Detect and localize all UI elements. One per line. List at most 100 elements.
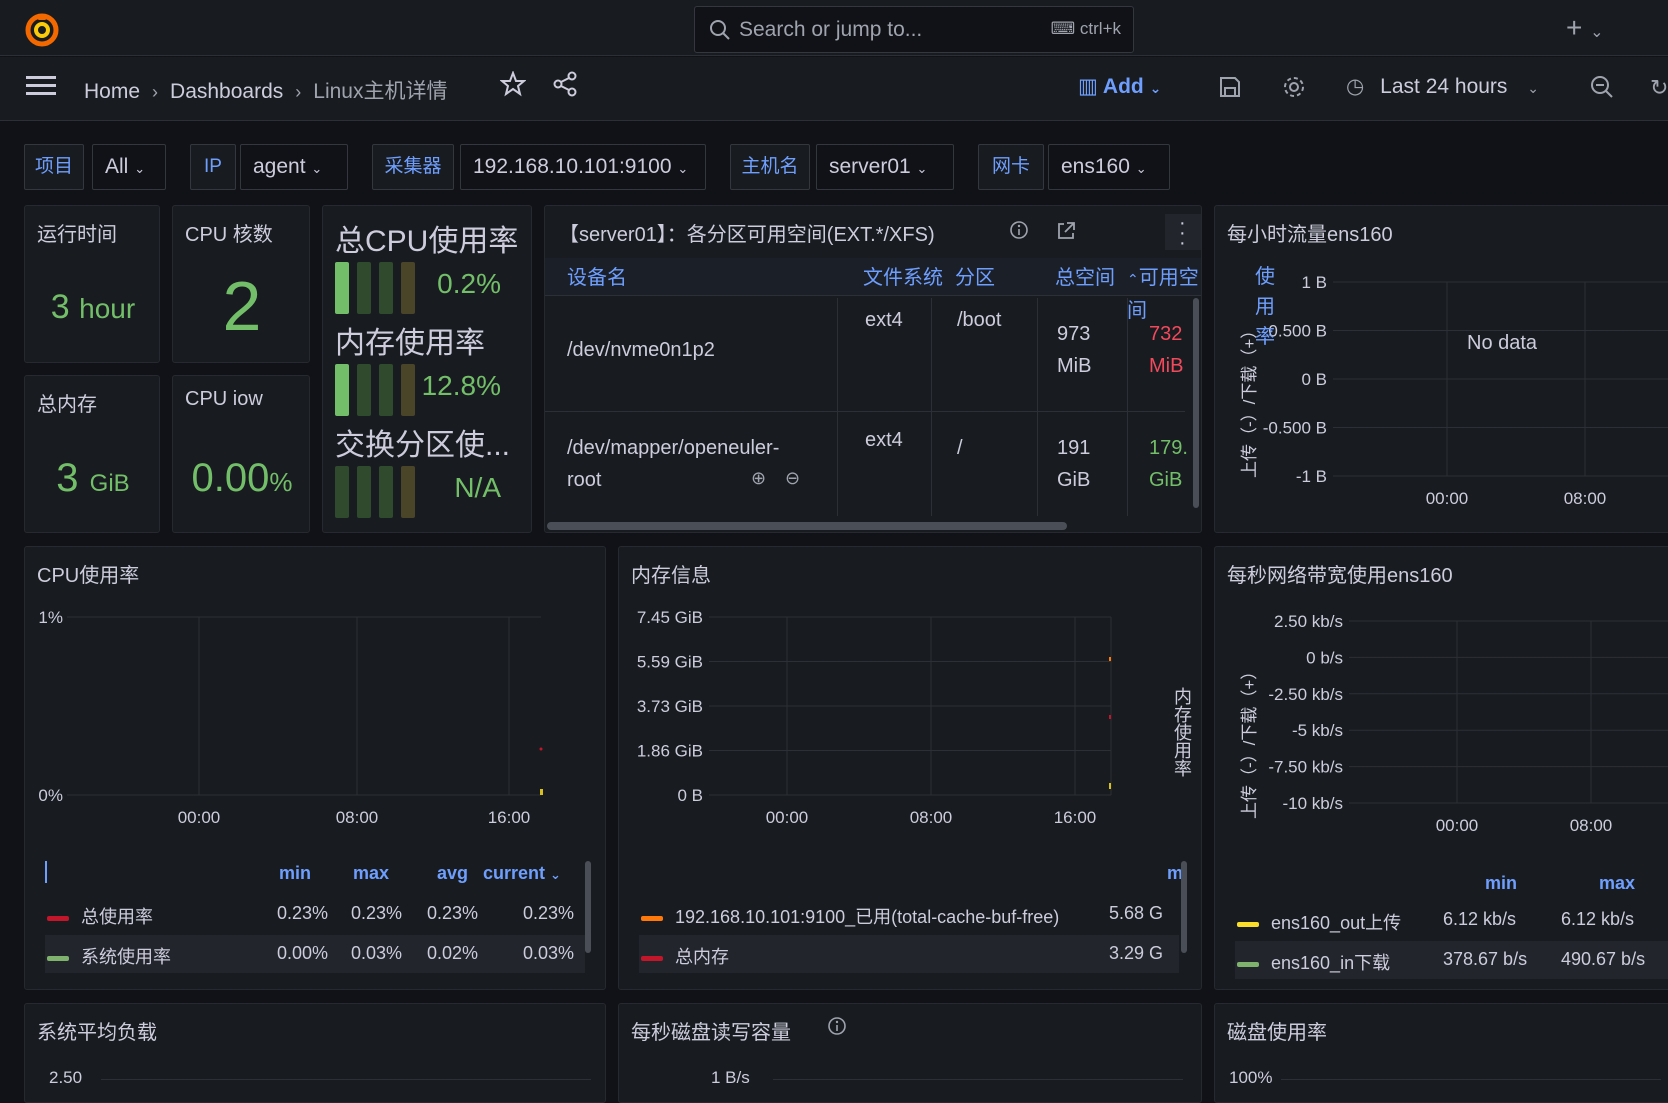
info-icon[interactable] (827, 1016, 847, 1041)
legend-series-name: ens160_out上传 (1237, 909, 1401, 935)
var-value-nic: ens160 (1061, 155, 1130, 178)
legend-min: 3.29 G (1109, 943, 1164, 963)
top-bar: Search or jump to... ⌨ ctrl+k + ⌄ (0, 0, 1668, 56)
horizontal-scrollbar[interactable] (547, 522, 1067, 530)
y-tick-label: 7.45 GiB (637, 608, 703, 627)
zoom-out-button[interactable] (1590, 75, 1614, 104)
y-tick-label: 0% (38, 786, 63, 805)
grafana-logo-icon[interactable] (24, 12, 60, 53)
total-memory-panel: 总内存 3 GiB (24, 375, 160, 533)
cell-total-unit: GiB (1057, 469, 1091, 491)
breadcrumb-dashboards[interactable]: Dashboards (170, 80, 283, 103)
col-header-mount[interactable]: 分区 (955, 262, 995, 294)
legend-row[interactable]: 系统使用率 0.00% 0.03% 0.02% 0.03% (45, 935, 585, 973)
x-tick-label: 08:00 (336, 808, 379, 827)
y-tick-label: 3.73 GiB (637, 697, 703, 716)
gauge-segment (401, 364, 415, 416)
cell-avail-unit: MiB (1149, 355, 1184, 377)
gridline (101, 1079, 591, 1080)
x-tick-label: 00:00 (1426, 489, 1469, 508)
chevron-down-icon: ⌄ (677, 161, 689, 176)
legend-min: 0.00% (277, 943, 329, 963)
zoom-out-icon (1591, 76, 1613, 98)
legend-header-avg[interactable]: avg (437, 863, 468, 884)
legend-max: 0.23% (351, 903, 403, 923)
legend-row[interactable]: ens160_in下载 378.67 b/s 490.67 b/s (1235, 941, 1668, 979)
legend-avg: 0.23% (427, 903, 479, 923)
x-tick-label: 16:00 (488, 808, 531, 827)
search-placeholder: Search or jump to... (739, 18, 923, 41)
cell-fs: ext4 (865, 429, 903, 451)
panel-title: CPU 核数 (185, 224, 273, 246)
gauge-value: 0.2% (437, 268, 501, 299)
legend-min: 5.68 G (1109, 903, 1164, 923)
y-tick-label: 1.86 GiB (637, 742, 703, 761)
memory-info-panel: 内存信息 7.45 GiB 5.59 GiB 3.73 GiB 1.86 GiB 0 B… (618, 546, 1202, 990)
x-tick-label: 08:00 (1564, 489, 1607, 508)
legend-series-name: 192.168.10.101:9100_已用(total-cache-buf-f… (641, 903, 1059, 929)
legend-row[interactable]: 192.168.10.101:9100_已用(total-cache-buf-f… (639, 897, 1183, 933)
hourly-traffic-panel: 每小时流量ens160 1 B 0.500 B0 B -0.500 B -1 B 00:… (1214, 205, 1668, 533)
var-select-project[interactable]: All ⌄ (92, 144, 166, 190)
legend-swatch (47, 915, 69, 921)
col-header-total[interactable]: 总空间 (1055, 262, 1115, 294)
gauge-segment (335, 466, 349, 518)
legend-swatch (1237, 921, 1259, 927)
legend-row[interactable]: ens160_out上传 6.12 kb/s 6.12 kb/s (1235, 901, 1668, 939)
var-select-hostname[interactable]: server01 ⌄ (816, 144, 954, 190)
legend-header-max[interactable]: max (1599, 873, 1635, 894)
y-tick-label: 2.50 kb/s (1274, 612, 1343, 631)
load-average-panel: 系统平均负载 2.50 (24, 1003, 606, 1103)
var-select-nic[interactable]: ens160 ⌄ (1048, 144, 1170, 190)
chevron-right-icon: › (152, 82, 159, 102)
zoom-out-icon[interactable]: ⊖ (785, 468, 800, 489)
legend-max: 6.12 kb/s (1561, 909, 1635, 929)
legend-header-min[interactable]: min (1485, 873, 1517, 894)
var-select-collector[interactable]: 192.168.10.101:9100 ⌄ (460, 144, 706, 190)
cell-total-unit: MiB (1057, 355, 1092, 377)
menu-toggle-button[interactable] (26, 74, 56, 103)
gauge-segment (335, 262, 349, 314)
network-bandwidth-panel: 每秒网络带宽使用ens160 2.50 kb/s 0 b/s -2.50 kb/s -… (1214, 546, 1668, 990)
column-divider (1127, 298, 1128, 516)
legend-row[interactable]: 总使用率 0.23% 0.23% 0.23% 0.23% (45, 897, 605, 933)
legend-header-min[interactable]: min (279, 863, 311, 884)
legend-header-max[interactable]: max (353, 863, 389, 884)
y-tick-label: -10 kb/s (1283, 794, 1343, 813)
y-tick-label: -5 kb/s (1292, 721, 1343, 740)
refresh-icon[interactable]: ↻ (1650, 75, 1668, 101)
vertical-scrollbar[interactable] (1193, 298, 1199, 508)
breadcrumb-home[interactable]: Home (84, 80, 140, 103)
save-button[interactable] (1218, 75, 1242, 104)
share-button[interactable] (552, 71, 578, 102)
time-range-label: Last 24 hours (1380, 75, 1508, 98)
var-label-collector: 采集器 (372, 144, 454, 190)
add-button[interactable]: ▥ Add ⌄ (1078, 74, 1161, 99)
star-button[interactable] (499, 70, 527, 102)
legend-scrollbar[interactable] (1181, 861, 1187, 953)
time-picker-button[interactable]: ◷ Last 24 hours ⌄ (1346, 74, 1539, 99)
gauge-value: N/A (454, 472, 501, 503)
col-header-fs[interactable]: 文件系统 (863, 262, 943, 294)
gauge-value: 12.8% (421, 370, 501, 401)
cell-device-line2: root (567, 469, 602, 491)
series-name: 总内存 (675, 947, 729, 967)
settings-button[interactable] (1282, 75, 1306, 104)
legend-header-current[interactable]: current ⌄ (483, 863, 561, 884)
legend-scrollbar[interactable] (585, 861, 591, 953)
gauge-segment (379, 262, 393, 314)
legend-series-name: 总使用率 (47, 903, 153, 929)
gauge-segment (401, 262, 415, 314)
gridline (1281, 1079, 1661, 1080)
chevron-down-icon: ⌄ (1527, 80, 1540, 96)
keyboard-shortcut: ⌨ ctrl+k (1051, 19, 1121, 39)
search-bar[interactable]: Search or jump to... ⌨ ctrl+k (694, 6, 1134, 53)
new-menu-button[interactable]: + ⌄ (1566, 12, 1604, 44)
cell-mount: / (957, 437, 963, 459)
var-select-ip[interactable]: agent ⌄ (240, 144, 348, 190)
zoom-in-icon[interactable]: ⊕ (751, 468, 766, 489)
col-header-device[interactable]: 设备名 (567, 262, 627, 294)
chevron-right-icon: › (295, 82, 302, 102)
legend-row[interactable]: 总内存 3.29 G (639, 935, 1179, 973)
column-divider (837, 298, 838, 516)
